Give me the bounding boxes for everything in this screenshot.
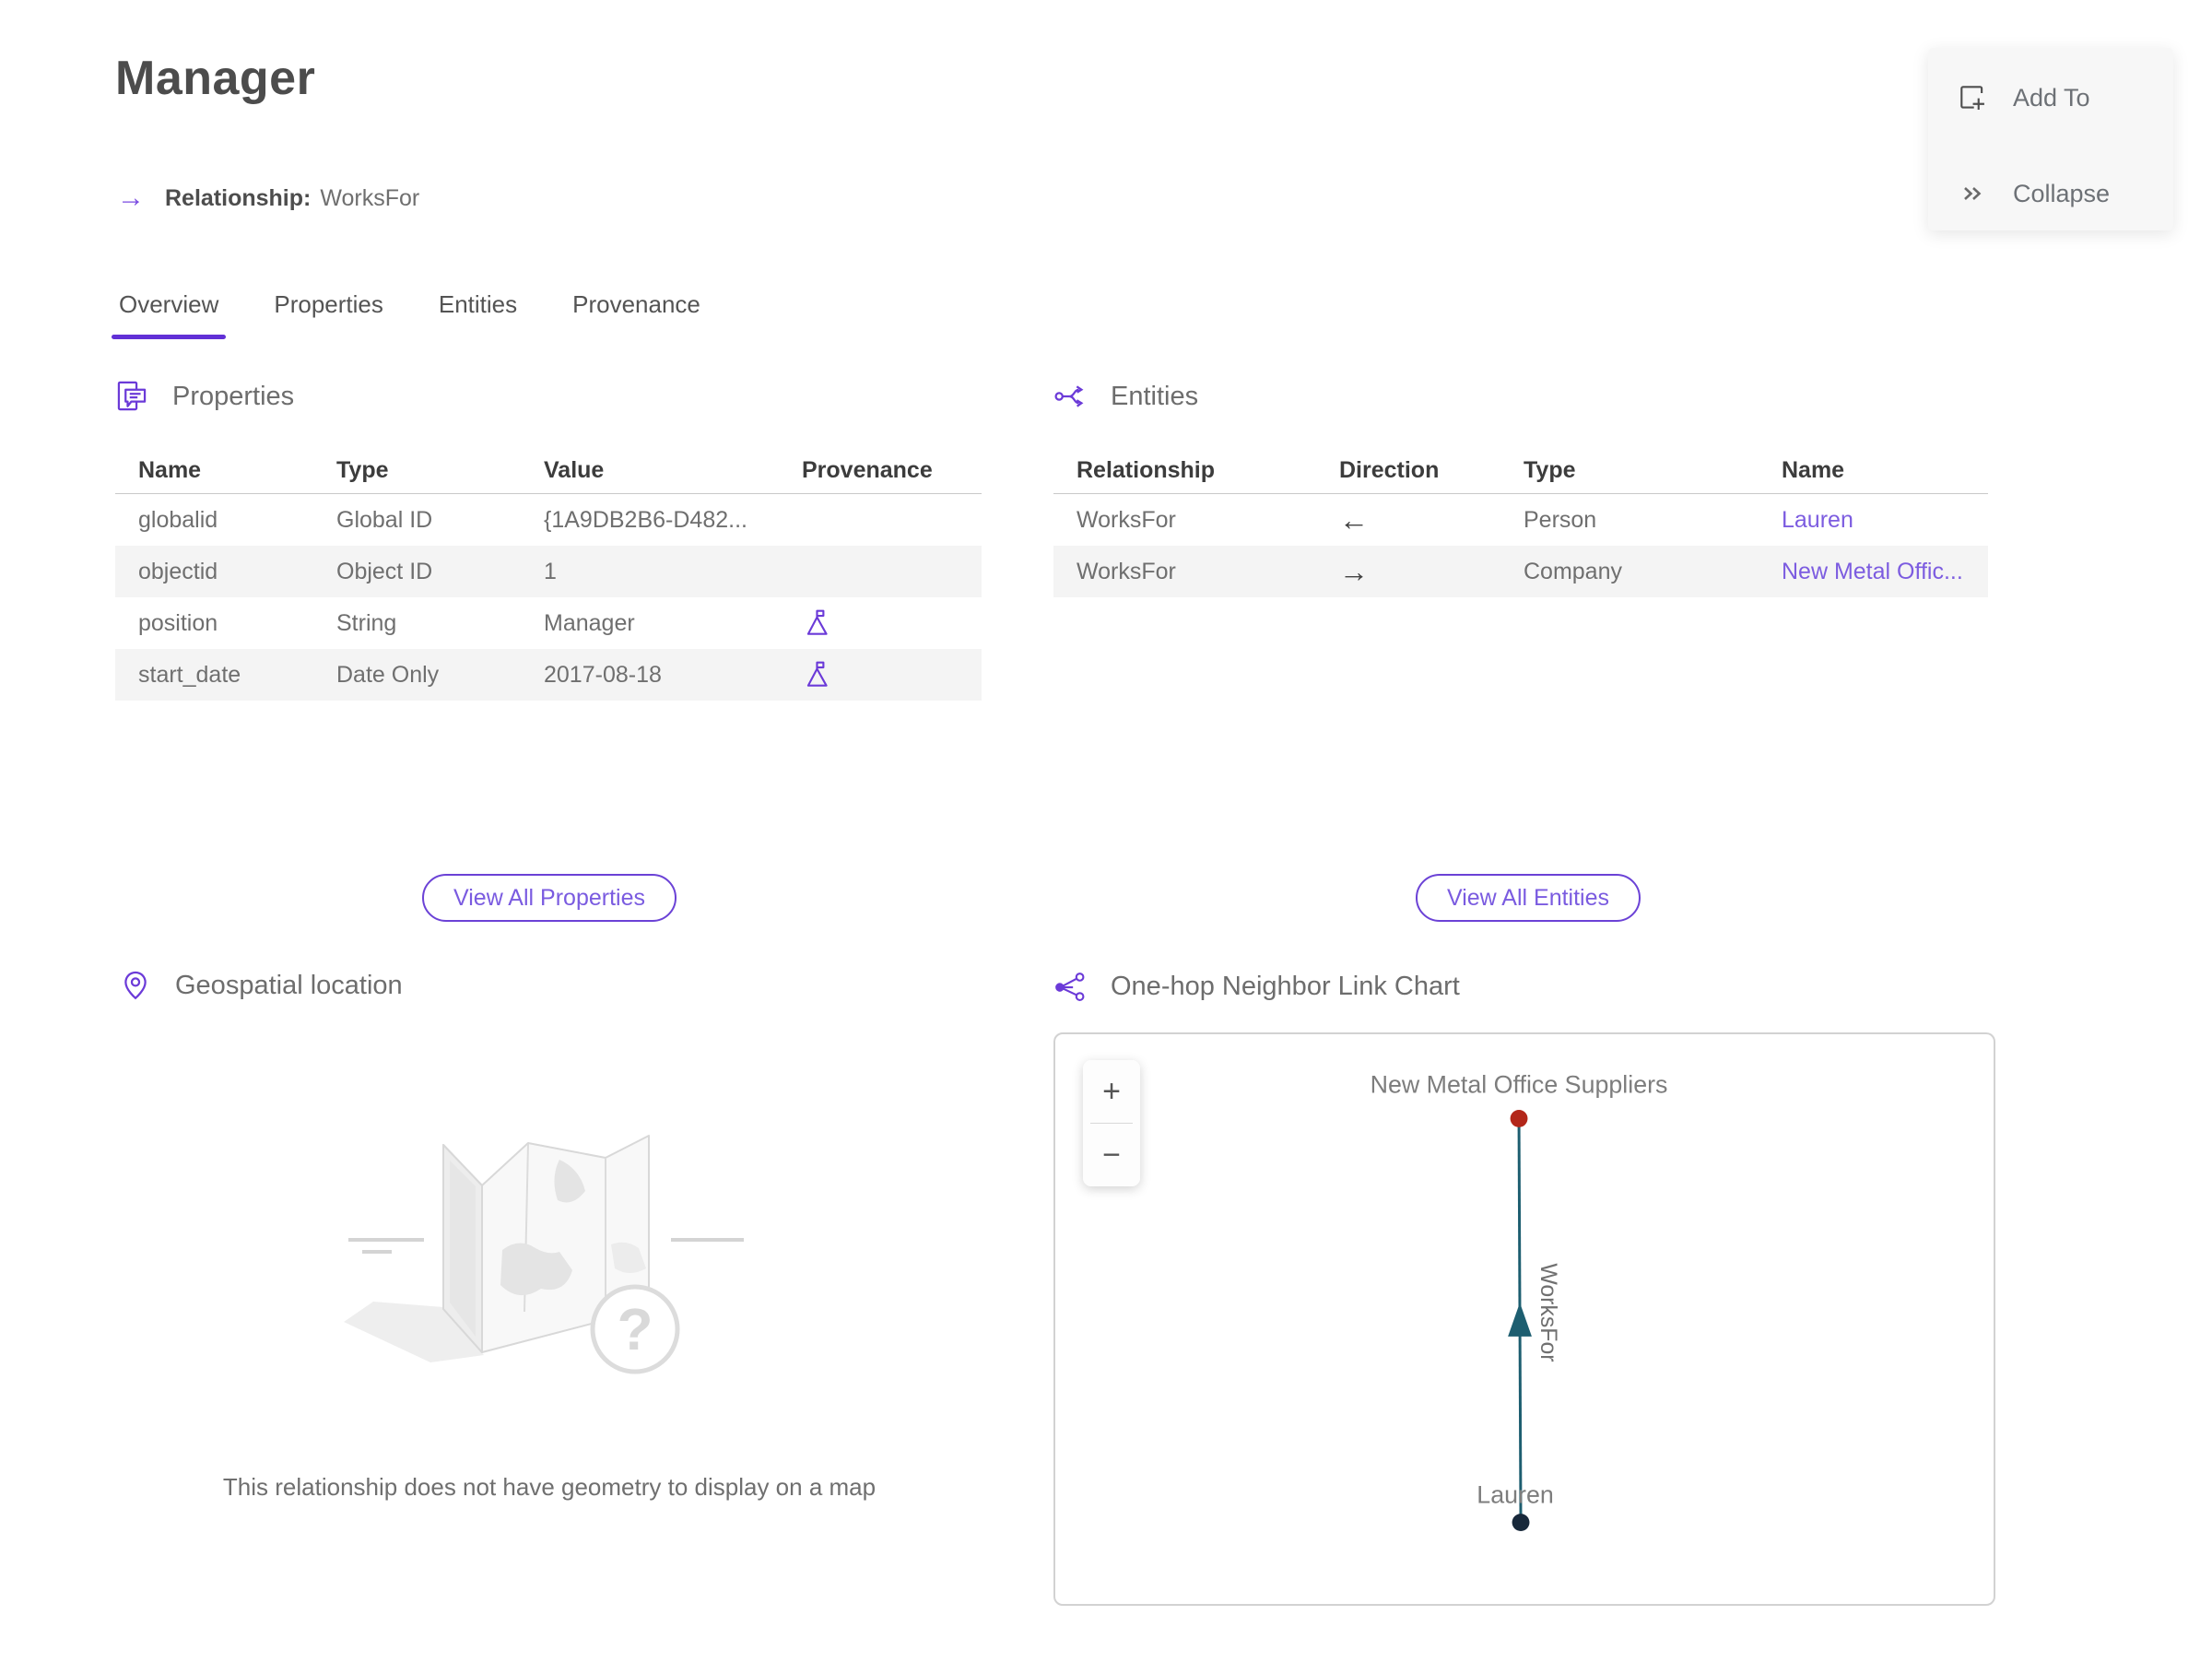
- properties-section-title: Properties: [172, 381, 295, 411]
- add-to-button[interactable]: Add To: [1956, 81, 2090, 114]
- entity-name-link[interactable]: New Metal Offic...: [1782, 559, 1988, 585]
- table-row: WorksFor → Company New Metal Offic...: [1053, 546, 1988, 597]
- col-type: Type: [336, 457, 389, 483]
- col-name: Name: [1782, 457, 1845, 483]
- geospatial-section-title: Geospatial location: [175, 970, 403, 1000]
- page-title: Manager: [115, 52, 316, 105]
- entity-relationship: WorksFor: [1077, 558, 1176, 584]
- prop-name: objectid: [138, 558, 218, 584]
- col-provenance: Provenance: [802, 457, 933, 483]
- add-to-icon: [1956, 81, 1989, 114]
- edge-arrowhead: [1508, 1303, 1532, 1337]
- collapse-label: Collapse: [2013, 179, 2111, 207]
- col-type: Type: [1524, 457, 1576, 483]
- col-relationship: Relationship: [1077, 457, 1216, 483]
- table-row: start_date Date Only 2017-08-18: [115, 649, 982, 701]
- prop-type: String: [336, 609, 397, 636]
- tab-overview[interactable]: Overview: [111, 290, 227, 339]
- link-chart-canvas[interactable]: New Metal Office Suppliers WorksFor Laur…: [1055, 1034, 1994, 1604]
- map-placeholder-illustration: ?: [344, 1135, 744, 1374]
- view-all-entities-button[interactable]: View All Entities: [1415, 874, 1641, 922]
- relationship-type-label: Relationship:: [165, 184, 312, 211]
- direction-left-arrow: ←: [1339, 502, 1369, 536]
- tab-entities[interactable]: Entities: [435, 290, 521, 339]
- entities-section-heading: Entities: [1053, 380, 1198, 413]
- entity-type: Person: [1524, 506, 1597, 533]
- add-to-label: Add To: [2013, 83, 2090, 112]
- properties-icon: [117, 381, 147, 411]
- entities-table: Relationship Direction Type Name WorksFo…: [1053, 448, 1988, 597]
- prop-name: globalid: [138, 506, 218, 533]
- table-row: WorksFor ← Person Lauren: [1053, 494, 1988, 546]
- entities-icon: [1054, 385, 1084, 407]
- col-name: Name: [138, 457, 202, 483]
- zoom-out-button[interactable]: −: [1083, 1124, 1140, 1186]
- source-node[interactable]: [1512, 1514, 1530, 1532]
- table-row: globalid Global ID {1A9DB2B6-D482...: [115, 494, 982, 546]
- prop-value: 2017-08-18: [544, 661, 662, 688]
- link-chart-section-heading: One-hop Neighbor Link Chart: [1053, 970, 1460, 1003]
- entities-table-header: Relationship Direction Type Name: [1053, 448, 1988, 494]
- collapse-chevrons-icon: [1956, 177, 1989, 210]
- provenance-flag-icon[interactable]: [802, 607, 833, 639]
- relationship-detail-page: Manager → Relationship: WorksFor Add To: [0, 0, 2212, 1674]
- link-chart-section-title: One-hop Neighbor Link Chart: [1111, 971, 1460, 1001]
- tab-properties[interactable]: Properties: [270, 290, 387, 339]
- entities-section-title: Entities: [1111, 381, 1199, 411]
- prop-value: {1A9DB2B6-D482...: [544, 506, 747, 533]
- col-direction: Direction: [1339, 457, 1440, 483]
- prop-value: Manager: [544, 609, 635, 636]
- edge-label: WorksFor: [1535, 1263, 1560, 1362]
- target-node[interactable]: [1510, 1109, 1528, 1127]
- prop-provenance: [802, 607, 982, 639]
- properties-table-header: Name Type Value Provenance: [115, 448, 982, 494]
- prop-type: Object ID: [336, 558, 433, 584]
- quick-actions-card: Add To Collapse: [1928, 48, 2173, 230]
- tab-provenance[interactable]: Provenance: [569, 290, 704, 339]
- provenance-flag-icon[interactable]: [802, 659, 833, 690]
- properties-section-heading: Properties: [115, 380, 294, 413]
- relationship-type-value: WorksFor: [320, 184, 420, 211]
- col-value: Value: [544, 457, 605, 483]
- prop-provenance: [802, 659, 982, 690]
- zoom-control: + −: [1083, 1060, 1140, 1186]
- svg-text:?: ?: [617, 1296, 653, 1362]
- prop-name: position: [138, 609, 218, 636]
- prop-type: Date Only: [336, 661, 440, 688]
- detail-tabs: Overview Properties Entities Provenance: [111, 290, 704, 339]
- entity-name-link[interactable]: Lauren: [1782, 507, 1988, 534]
- table-row: objectid Object ID 1: [115, 546, 982, 597]
- prop-value: 1: [544, 558, 557, 584]
- geospatial-section-heading: Geospatial location: [120, 970, 403, 1001]
- link-chart-panel: + − New Metal Office Suppliers WorksFor …: [1053, 1032, 1995, 1606]
- relationship-type-subtitle: → Relationship: WorksFor: [117, 184, 419, 212]
- link-chart-icon: [1055, 973, 1085, 1001]
- entity-type: Company: [1524, 558, 1622, 584]
- prop-type: Global ID: [336, 506, 433, 533]
- view-all-properties-button[interactable]: View All Properties: [422, 874, 677, 922]
- prop-name: start_date: [138, 661, 241, 688]
- table-row: position String Manager: [115, 597, 982, 649]
- properties-table: Name Type Value Provenance globalid Glob…: [115, 448, 982, 701]
- map-pin-icon: [124, 971, 147, 1000]
- zoom-in-button[interactable]: +: [1083, 1060, 1140, 1123]
- collapse-button[interactable]: Collapse: [1956, 177, 2110, 210]
- entity-relationship: WorksFor: [1077, 506, 1176, 533]
- source-node-label: Lauren: [1477, 1481, 1553, 1509]
- direction-right-arrow: →: [1339, 554, 1369, 588]
- no-geometry-message: This relationship does not have geometry…: [222, 1473, 877, 1501]
- relationship-arrow-icon: →: [117, 183, 145, 213]
- target-node-label: New Metal Office Suppliers: [1371, 1071, 1668, 1099]
